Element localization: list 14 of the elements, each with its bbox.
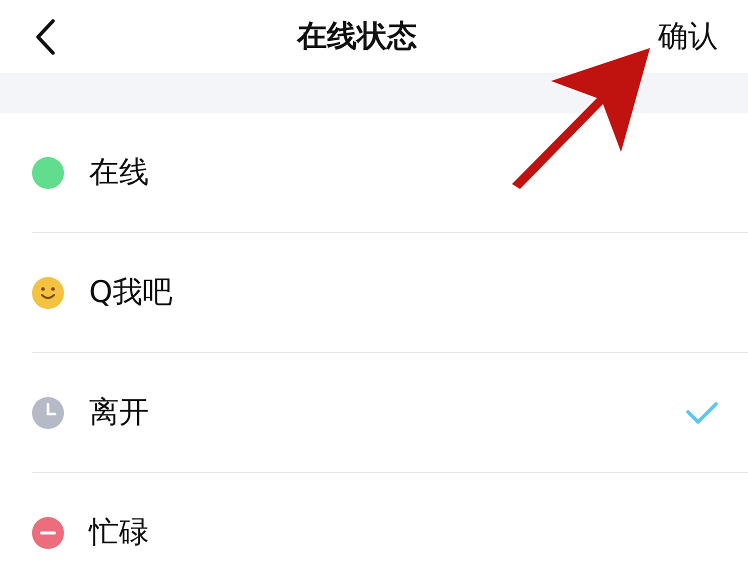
status-item[interactable]: Q我吧 bbox=[32, 233, 748, 353]
minus-circle-icon bbox=[32, 516, 64, 548]
confirm-button[interactable]: 确认 bbox=[658, 16, 718, 57]
online-dot-icon bbox=[32, 156, 64, 188]
status-label: 在线 bbox=[89, 154, 150, 192]
status-item[interactable]: 忙碌 bbox=[32, 473, 748, 561]
clock-icon bbox=[32, 396, 64, 428]
back-icon[interactable] bbox=[34, 18, 56, 54]
page-title: 在线状态 bbox=[297, 18, 417, 56]
status-item[interactable]: 离开 bbox=[32, 353, 748, 473]
status-label: Q我吧 bbox=[89, 274, 174, 312]
smiley-icon bbox=[32, 276, 64, 308]
status-label: 忙碌 bbox=[89, 514, 150, 552]
status-label: 离开 bbox=[89, 394, 150, 432]
